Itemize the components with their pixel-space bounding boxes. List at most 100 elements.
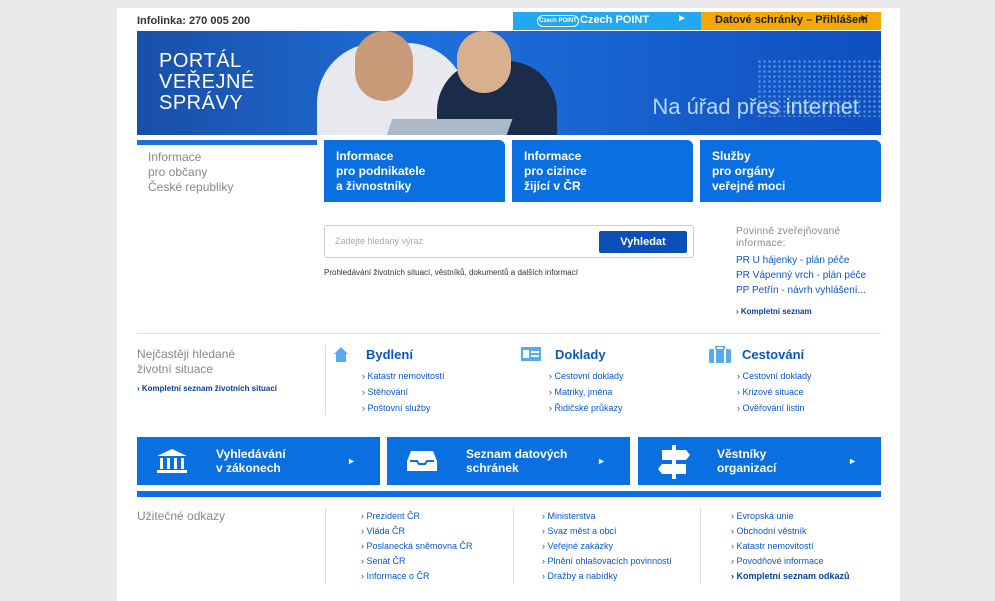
logo-line: PORTÁL bbox=[159, 50, 242, 72]
category-doklady[interactable]: Doklady bbox=[555, 347, 606, 362]
czech-point-label: Czech POINT bbox=[580, 14, 650, 26]
tab-label-line: pro podnikatele bbox=[336, 164, 426, 178]
czech-point-button[interactable]: Czech POINT Czech POINT ► bbox=[513, 12, 701, 30]
czech-point-logo-icon: Czech POINT bbox=[537, 15, 579, 27]
useful-link[interactable]: › Plnění ohlašovacích povinností bbox=[542, 556, 672, 566]
useful-link[interactable]: › Poslanecká sněmovna ČR bbox=[361, 541, 473, 551]
tab-label-line: Informace bbox=[148, 150, 202, 164]
category-link[interactable]: › Matriky, jména bbox=[549, 387, 612, 397]
infolinka: Infolinka: 270 005 200 bbox=[137, 15, 251, 27]
title-line: Povinně zveřejňované bbox=[736, 226, 841, 237]
useful-link[interactable]: › Evropská unie bbox=[731, 511, 794, 521]
column-divider bbox=[325, 508, 326, 584]
column-divider bbox=[325, 345, 326, 415]
category-link[interactable]: › Poštovní služby bbox=[362, 403, 431, 413]
povinne-kompletni-seznam-link[interactable]: › Kompletní seznam bbox=[736, 307, 812, 316]
arrow-right-icon: ► bbox=[859, 13, 869, 24]
datove-schranky-label: Datové schránky – Přihlášení bbox=[715, 14, 868, 26]
divider bbox=[137, 333, 881, 334]
button-label: Seznam datových schránek bbox=[466, 447, 567, 475]
label-line: organizací bbox=[717, 461, 777, 475]
useful-link[interactable]: › Obchodní věstník bbox=[731, 526, 807, 536]
seznam-datovych-schranek-button[interactable]: Seznam datových schránek ► bbox=[387, 437, 630, 485]
category-cestovani[interactable]: Cestování bbox=[742, 347, 804, 362]
tab-obcane[interactable]: Informace pro občany České republiky bbox=[137, 140, 317, 202]
suitcase-icon bbox=[709, 346, 731, 363]
situations-kompletni-seznam-link[interactable]: › Kompletní seznam životních situací bbox=[137, 384, 277, 393]
header-banner: PORTÁL VEŘEJNÉ SPRÁVY Na úřad přes inter… bbox=[137, 31, 881, 135]
search-input[interactable]: Zadejte hledaný výraz bbox=[335, 236, 423, 246]
logo-line: VEŘEJNÉ bbox=[159, 71, 255, 93]
category-bydleni[interactable]: Bydlení bbox=[366, 347, 413, 362]
arrow-right-icon: ► bbox=[677, 13, 687, 24]
tab-label-line: České republiky bbox=[148, 180, 234, 194]
useful-link[interactable]: › Senát ČR bbox=[361, 556, 406, 566]
portal-logo[interactable]: PORTÁL VEŘEJNÉ SPRÁVY bbox=[159, 51, 255, 114]
tab-label-line: Informace bbox=[336, 149, 394, 163]
tab-label-line: veřejné moci bbox=[712, 179, 786, 193]
tab-label-line: žijící v ČR bbox=[524, 179, 581, 193]
tab-cizinci[interactable]: Informace pro cizince žijící v ČR bbox=[512, 140, 693, 202]
arrow-right-icon: ► bbox=[597, 456, 606, 466]
tab-label-line: a živnostníky bbox=[336, 179, 412, 193]
label-line: Vyhledávání bbox=[216, 447, 286, 461]
tab-label-line: pro orgány bbox=[712, 164, 775, 178]
tab-podnikatele[interactable]: Informace pro podnikatele a živnostníky bbox=[324, 140, 505, 202]
institution-icon bbox=[157, 449, 187, 473]
title-line: Nejčastěji hledané bbox=[137, 347, 236, 361]
inbox-icon bbox=[407, 451, 437, 471]
situations-title: Nejčastěji hledané životní situace bbox=[137, 347, 235, 377]
category-link[interactable]: › Ověřování listin bbox=[737, 403, 805, 413]
signpost-icon bbox=[658, 445, 690, 479]
tab-label-line: pro občany bbox=[148, 165, 208, 179]
button-label: Věstníky organizací bbox=[717, 447, 776, 475]
povinne-informace-link[interactable]: PR U hájenky - plán péče bbox=[736, 255, 849, 266]
povinne-informace-link[interactable]: PP Petřín - návrh vyhlášení... bbox=[736, 285, 866, 296]
label-line: Věstníky bbox=[717, 447, 767, 461]
category-link[interactable]: › Katastr nemovitostí bbox=[362, 371, 445, 381]
useful-link[interactable]: › Ministerstva bbox=[542, 511, 596, 521]
useful-link[interactable]: › Informace o ČR bbox=[361, 571, 430, 581]
povinne-informace-title: Povinně zveřejňované informace: bbox=[736, 226, 840, 250]
banner-slogan: Na úřad přes internet bbox=[652, 94, 859, 119]
title-line: informace: bbox=[736, 238, 786, 249]
vyhledavani-v-zakonech-button[interactable]: Vyhledávání v zákonech ► bbox=[137, 437, 380, 485]
datove-schranky-login-button[interactable]: Datové schránky – Přihlášení ► bbox=[701, 12, 881, 30]
banner-photo-person-head bbox=[355, 31, 413, 101]
tab-organy-verejne-moci[interactable]: Služby pro orgány veřejné moci bbox=[700, 140, 881, 202]
category-link[interactable]: › Stěhování bbox=[362, 387, 408, 397]
useful-link[interactable]: › Katastr nemovitostí bbox=[731, 541, 814, 551]
vestniky-organizaci-button[interactable]: Věstníky organizací ► bbox=[638, 437, 881, 485]
id-card-icon bbox=[521, 347, 541, 361]
label-line: v zákonech bbox=[216, 461, 281, 475]
useful-link[interactable]: › Svaz měst a obcí bbox=[542, 526, 617, 536]
povinne-informace-link[interactable]: PR Vápenný vrch - plán péče bbox=[736, 270, 866, 281]
arrow-right-icon: ► bbox=[347, 456, 356, 466]
banner-photo-laptop bbox=[381, 119, 513, 135]
uzitecne-odkazy-title: Užitečné odkazy bbox=[137, 509, 226, 523]
column-divider bbox=[700, 508, 701, 584]
search-note: Prohledávání životních situací, věstníků… bbox=[324, 268, 578, 277]
logo-line: SPRÁVY bbox=[159, 92, 244, 114]
useful-link[interactable]: › Dražby a nabídky bbox=[542, 571, 618, 581]
useful-link[interactable]: › Prezident ČR bbox=[361, 511, 420, 521]
house-icon bbox=[334, 347, 348, 362]
tab-label-line: Služby bbox=[712, 149, 751, 163]
useful-link[interactable]: › Veřejné zakázky bbox=[542, 541, 613, 551]
tab-label-line: Informace bbox=[524, 149, 582, 163]
kompletni-seznam-odkazu-link[interactable]: › Kompletní seznam odkazů bbox=[731, 571, 850, 581]
title-line: životní situace bbox=[137, 362, 214, 376]
label-line: Seznam datových bbox=[466, 447, 568, 461]
useful-link[interactable]: › Povodňové informace bbox=[731, 556, 824, 566]
tab-label-line: pro cizince bbox=[524, 164, 587, 178]
search-form: Zadejte hledaný výraz Vyhledat bbox=[324, 225, 694, 258]
button-label: Vyhledávání v zákonech bbox=[216, 447, 286, 475]
section-divider-bar bbox=[137, 491, 881, 497]
search-button[interactable]: Vyhledat bbox=[599, 231, 687, 253]
label-line: schránek bbox=[466, 461, 519, 475]
category-link[interactable]: › Krizové situace bbox=[737, 387, 804, 397]
useful-link[interactable]: › Vláda ČR bbox=[361, 526, 405, 536]
category-link[interactable]: › Cestovní doklady bbox=[737, 371, 812, 381]
category-link[interactable]: › Cestovní doklady bbox=[549, 371, 624, 381]
category-link[interactable]: › Řidičské průkazy bbox=[549, 403, 623, 413]
